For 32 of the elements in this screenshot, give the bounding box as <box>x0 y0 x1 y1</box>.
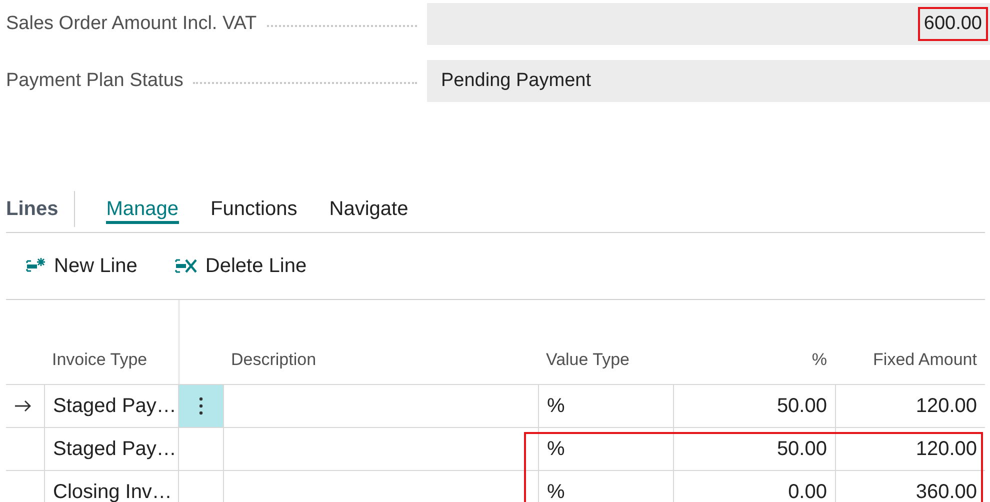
field-value[interactable]: Pending Payment <box>427 60 990 102</box>
tab[interactable]: Navigate <box>329 194 408 224</box>
column-header[interactable]: % <box>812 350 827 370</box>
field-text: 600.00 <box>918 7 988 41</box>
more-options-icon[interactable] <box>199 396 203 416</box>
tab[interactable]: Manage <box>106 194 179 224</box>
new-line-icon <box>26 257 48 275</box>
new-line-button[interactable]: New Line <box>26 254 138 278</box>
field-text: Pending Payment <box>440 69 592 93</box>
table-cell: Staged Pay… <box>53 394 176 418</box>
delete-line-icon <box>175 257 200 275</box>
column-header[interactable]: Description <box>231 350 316 370</box>
column-header[interactable]: Invoice Type <box>52 350 148 370</box>
column-header[interactable]: Value Type <box>546 350 630 370</box>
table-cell: 50.00 <box>776 394 827 418</box>
table-cell: 360.00 <box>916 480 977 502</box>
table-cell: % <box>547 480 565 502</box>
delete-line-button[interactable]: Delete Line <box>175 254 307 278</box>
table-cell: 120.00 <box>916 394 977 418</box>
table-cell: 0.00 <box>788 480 827 502</box>
table-cell: % <box>547 394 565 418</box>
column-header[interactable]: Fixed Amount <box>873 350 977 370</box>
section-title: Lines <box>6 191 76 227</box>
field-label: Payment Plan Status <box>5 70 184 92</box>
table-cell: % <box>547 438 565 460</box>
table-cell: 120.00 <box>916 438 977 460</box>
tab[interactable]: Functions <box>210 194 298 224</box>
field-label: Sales Order Amount Incl. VAT <box>5 13 257 35</box>
table-cell: 50.00 <box>776 438 827 460</box>
table-cell: Closing Inv… <box>53 480 172 502</box>
table-cell: Staged Pay… <box>53 438 176 460</box>
field-value[interactable]: 600.00 <box>427 3 990 45</box>
